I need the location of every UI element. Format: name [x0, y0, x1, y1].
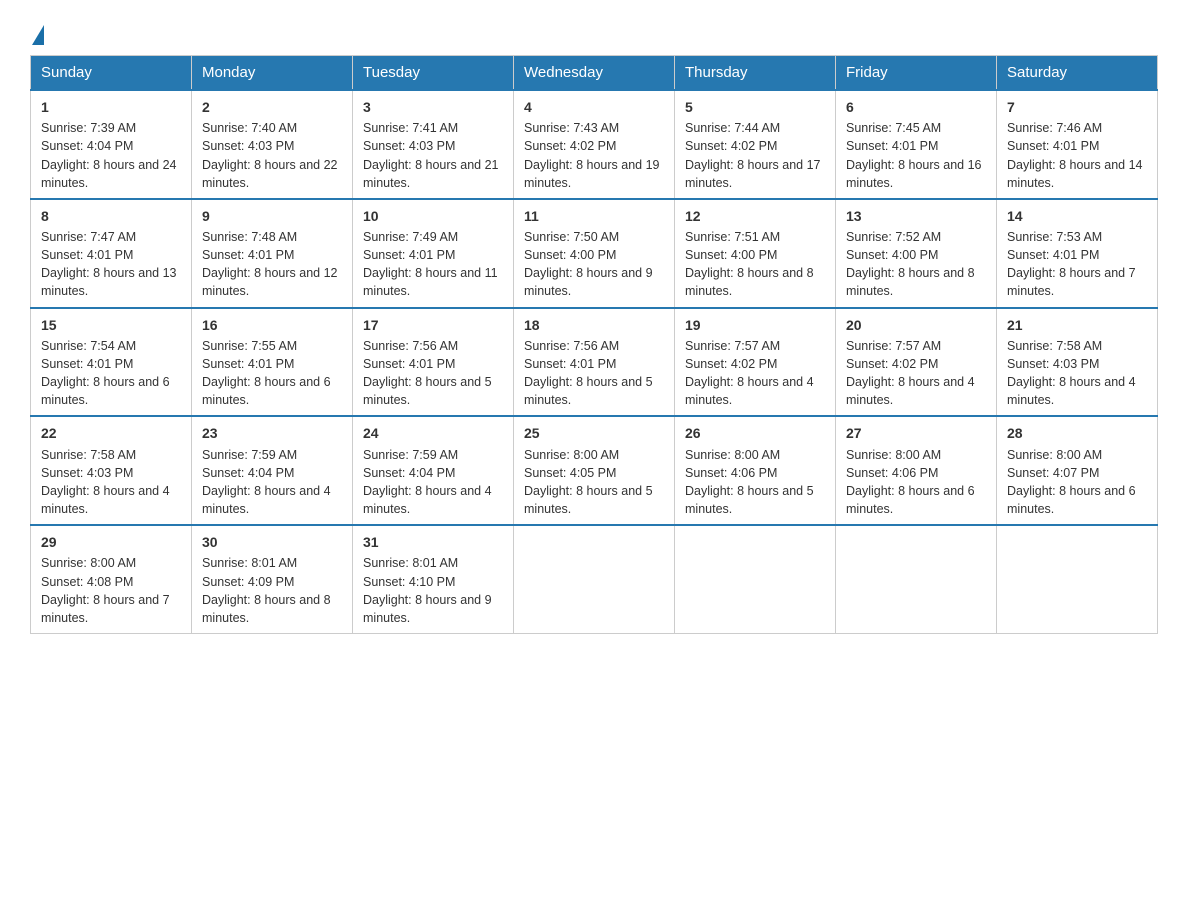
- calendar-cell: 27Sunrise: 8:00 AMSunset: 4:06 PMDayligh…: [836, 416, 997, 525]
- day-number: 22: [41, 423, 181, 443]
- calendar-cell: 16Sunrise: 7:55 AMSunset: 4:01 PMDayligh…: [192, 308, 353, 417]
- day-number: 10: [363, 206, 503, 226]
- header-friday: Friday: [836, 56, 997, 91]
- calendar-cell: 13Sunrise: 7:52 AMSunset: 4:00 PMDayligh…: [836, 199, 997, 308]
- day-number: 27: [846, 423, 986, 443]
- header-sunday: Sunday: [31, 56, 192, 91]
- calendar-cell: 12Sunrise: 7:51 AMSunset: 4:00 PMDayligh…: [675, 199, 836, 308]
- calendar-cell: 14Sunrise: 7:53 AMSunset: 4:01 PMDayligh…: [997, 199, 1158, 308]
- calendar-cell: 10Sunrise: 7:49 AMSunset: 4:01 PMDayligh…: [353, 199, 514, 308]
- calendar-cell: 7Sunrise: 7:46 AMSunset: 4:01 PMDaylight…: [997, 90, 1158, 199]
- calendar-cell: 31Sunrise: 8:01 AMSunset: 4:10 PMDayligh…: [353, 525, 514, 633]
- logo: [30, 20, 46, 45]
- day-number: 30: [202, 532, 342, 552]
- header-thursday: Thursday: [675, 56, 836, 91]
- page-header: [30, 20, 1158, 45]
- day-number: 23: [202, 423, 342, 443]
- calendar-cell: 20Sunrise: 7:57 AMSunset: 4:02 PMDayligh…: [836, 308, 997, 417]
- day-number: 18: [524, 315, 664, 335]
- calendar-cell: 24Sunrise: 7:59 AMSunset: 4:04 PMDayligh…: [353, 416, 514, 525]
- calendar-header-row: Sunday Monday Tuesday Wednesday Thursday…: [31, 56, 1158, 91]
- header-wednesday: Wednesday: [514, 56, 675, 91]
- calendar-week-row: 29Sunrise: 8:00 AMSunset: 4:08 PMDayligh…: [31, 525, 1158, 633]
- day-number: 15: [41, 315, 181, 335]
- day-number: 14: [1007, 206, 1147, 226]
- day-number: 8: [41, 206, 181, 226]
- calendar-cell: [997, 525, 1158, 633]
- calendar-cell: 29Sunrise: 8:00 AMSunset: 4:08 PMDayligh…: [31, 525, 192, 633]
- day-number: 1: [41, 97, 181, 117]
- day-number: 21: [1007, 315, 1147, 335]
- calendar-cell: 23Sunrise: 7:59 AMSunset: 4:04 PMDayligh…: [192, 416, 353, 525]
- header-tuesday: Tuesday: [353, 56, 514, 91]
- calendar-cell: 19Sunrise: 7:57 AMSunset: 4:02 PMDayligh…: [675, 308, 836, 417]
- calendar-week-row: 1Sunrise: 7:39 AMSunset: 4:04 PMDaylight…: [31, 90, 1158, 199]
- calendar-cell: 8Sunrise: 7:47 AMSunset: 4:01 PMDaylight…: [31, 199, 192, 308]
- calendar-cell: 1Sunrise: 7:39 AMSunset: 4:04 PMDaylight…: [31, 90, 192, 199]
- day-number: 31: [363, 532, 503, 552]
- day-number: 4: [524, 97, 664, 117]
- logo-triangle-icon: [32, 25, 44, 45]
- calendar-cell: 2Sunrise: 7:40 AMSunset: 4:03 PMDaylight…: [192, 90, 353, 199]
- day-number: 16: [202, 315, 342, 335]
- calendar-cell: 25Sunrise: 8:00 AMSunset: 4:05 PMDayligh…: [514, 416, 675, 525]
- calendar-cell: 6Sunrise: 7:45 AMSunset: 4:01 PMDaylight…: [836, 90, 997, 199]
- calendar-cell: 28Sunrise: 8:00 AMSunset: 4:07 PMDayligh…: [997, 416, 1158, 525]
- day-number: 25: [524, 423, 664, 443]
- day-number: 3: [363, 97, 503, 117]
- day-number: 13: [846, 206, 986, 226]
- day-number: 19: [685, 315, 825, 335]
- day-number: 20: [846, 315, 986, 335]
- calendar-cell: 15Sunrise: 7:54 AMSunset: 4:01 PMDayligh…: [31, 308, 192, 417]
- calendar-cell: [514, 525, 675, 633]
- calendar-week-row: 15Sunrise: 7:54 AMSunset: 4:01 PMDayligh…: [31, 308, 1158, 417]
- calendar-cell: [836, 525, 997, 633]
- day-number: 28: [1007, 423, 1147, 443]
- calendar-cell: 26Sunrise: 8:00 AMSunset: 4:06 PMDayligh…: [675, 416, 836, 525]
- calendar-cell: [675, 525, 836, 633]
- calendar-cell: 18Sunrise: 7:56 AMSunset: 4:01 PMDayligh…: [514, 308, 675, 417]
- day-number: 26: [685, 423, 825, 443]
- calendar-cell: 11Sunrise: 7:50 AMSunset: 4:00 PMDayligh…: [514, 199, 675, 308]
- day-number: 24: [363, 423, 503, 443]
- day-number: 9: [202, 206, 342, 226]
- calendar-cell: 3Sunrise: 7:41 AMSunset: 4:03 PMDaylight…: [353, 90, 514, 199]
- calendar-cell: 5Sunrise: 7:44 AMSunset: 4:02 PMDaylight…: [675, 90, 836, 199]
- day-number: 7: [1007, 97, 1147, 117]
- day-number: 29: [41, 532, 181, 552]
- day-number: 12: [685, 206, 825, 226]
- calendar-week-row: 22Sunrise: 7:58 AMSunset: 4:03 PMDayligh…: [31, 416, 1158, 525]
- calendar-cell: 9Sunrise: 7:48 AMSunset: 4:01 PMDaylight…: [192, 199, 353, 308]
- day-number: 5: [685, 97, 825, 117]
- header-monday: Monday: [192, 56, 353, 91]
- calendar-week-row: 8Sunrise: 7:47 AMSunset: 4:01 PMDaylight…: [31, 199, 1158, 308]
- calendar-table: Sunday Monday Tuesday Wednesday Thursday…: [30, 55, 1158, 634]
- calendar-cell: 21Sunrise: 7:58 AMSunset: 4:03 PMDayligh…: [997, 308, 1158, 417]
- day-number: 2: [202, 97, 342, 117]
- day-number: 11: [524, 206, 664, 226]
- calendar-cell: 17Sunrise: 7:56 AMSunset: 4:01 PMDayligh…: [353, 308, 514, 417]
- calendar-cell: 30Sunrise: 8:01 AMSunset: 4:09 PMDayligh…: [192, 525, 353, 633]
- day-number: 17: [363, 315, 503, 335]
- header-saturday: Saturday: [997, 56, 1158, 91]
- calendar-cell: 4Sunrise: 7:43 AMSunset: 4:02 PMDaylight…: [514, 90, 675, 199]
- day-number: 6: [846, 97, 986, 117]
- calendar-cell: 22Sunrise: 7:58 AMSunset: 4:03 PMDayligh…: [31, 416, 192, 525]
